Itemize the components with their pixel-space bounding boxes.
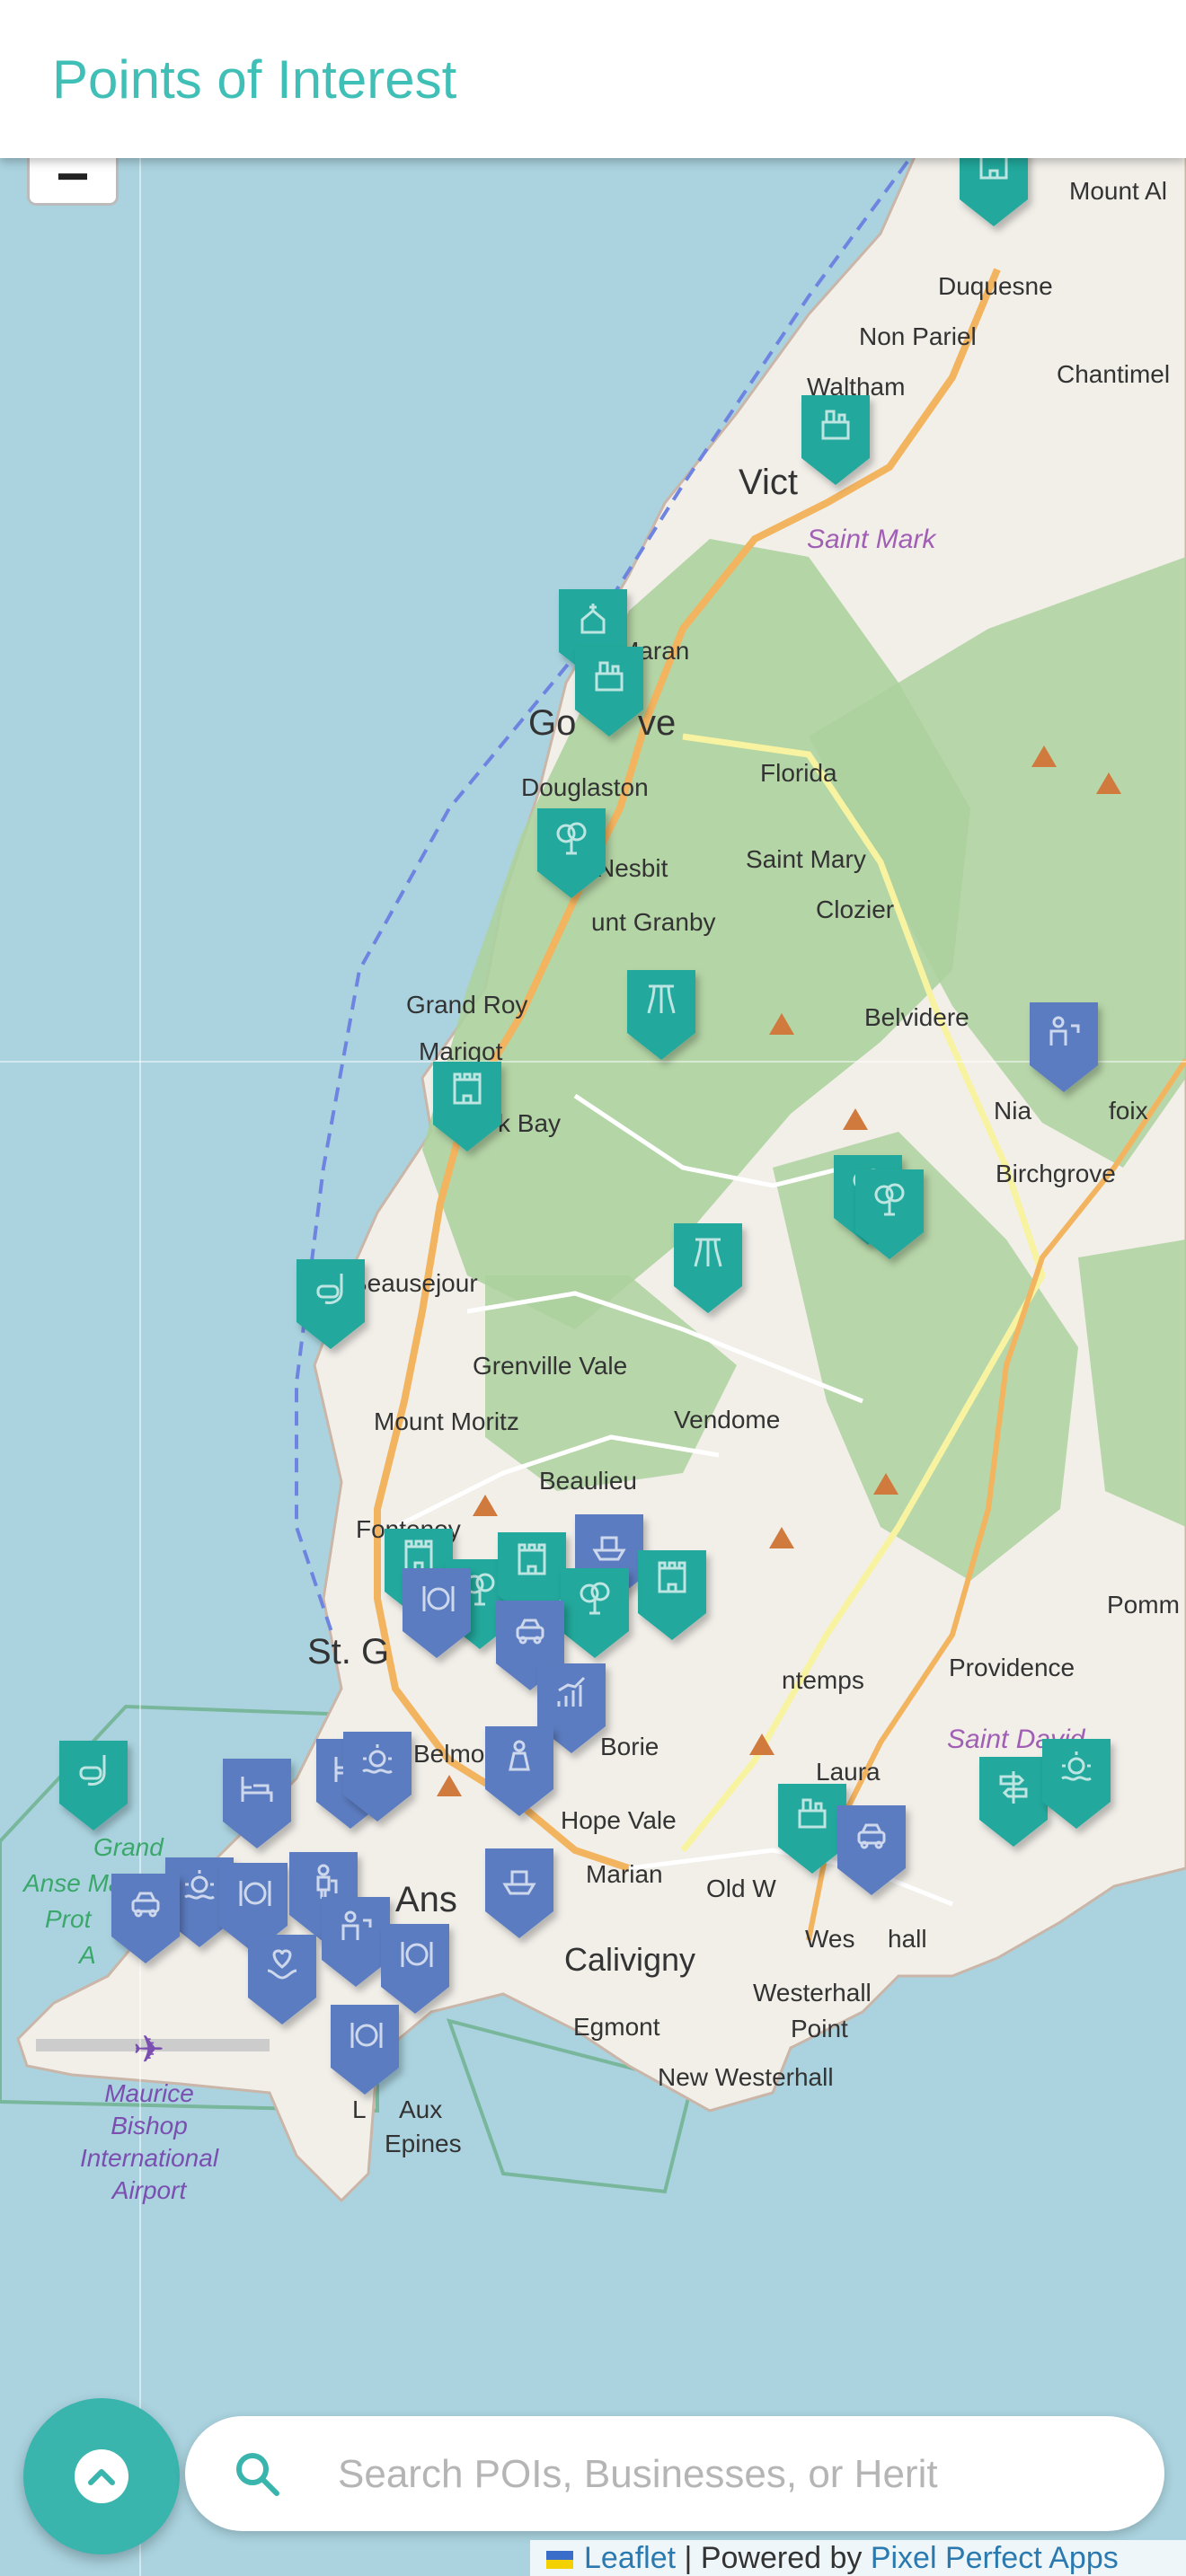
map-label: New Westerhall (658, 2063, 834, 2091)
map-label: Mount Moritz (374, 1407, 519, 1435)
marine-area-label: A (77, 1941, 96, 1969)
parish-label: Saint Mark (807, 525, 937, 554)
map-label: Westerhall (753, 1979, 872, 2007)
map-label: Florida (760, 759, 837, 787)
map-label: Beaulieu (539, 1467, 637, 1495)
map-label: Chantimel (1057, 360, 1170, 388)
provider-link[interactable]: Pixel Perfect Apps (871, 2541, 1119, 2575)
map-label: Aux (399, 2095, 442, 2123)
map-label: Calivigny (564, 1941, 695, 1978)
map[interactable]: Mount Al Duquesne Non Pariel Waltham Cha… (0, 0, 1186, 2576)
search-bar[interactable] (185, 2416, 1164, 2531)
map-label: Point (791, 2015, 848, 2042)
map-label: Egmont (573, 2013, 660, 2041)
map-label: Non Pariel (859, 322, 977, 350)
map-label: unt Granby (591, 908, 716, 936)
map-label: Mount Al (1069, 177, 1167, 205)
marine-area-label: Grand (93, 1833, 164, 1861)
map-label: Pomm (1107, 1591, 1180, 1619)
map-label: Clozier (816, 895, 894, 923)
app-header: Points of Interest (0, 0, 1186, 158)
map-label: Beausejour (350, 1269, 478, 1297)
map-label: Providence (949, 1654, 1075, 1681)
airport-label: Airport (111, 2176, 188, 2204)
map-label: Birchgrove (996, 1160, 1116, 1187)
map-label: Vict (739, 463, 798, 502)
map-label: Grenville Vale (473, 1352, 627, 1380)
map-label: Vendome (674, 1406, 780, 1434)
chevron-up-icon (75, 2449, 128, 2503)
map-label: Belvidere (864, 1003, 969, 1031)
expand-panel-button[interactable] (23, 2398, 180, 2554)
airport-icon: ✈ (133, 2028, 164, 2070)
map-label: Marigot (419, 1037, 503, 1065)
map-label: Nesbit (597, 854, 668, 882)
search-icon (236, 2453, 279, 2496)
map-label: Borie (600, 1733, 659, 1760)
map-label: Laura (816, 1758, 881, 1786)
search-input[interactable] (336, 2436, 1130, 2513)
map-label: Old W (706, 1875, 776, 1902)
map-label: Hope Vale (561, 1806, 677, 1834)
map-label: Douglaston (521, 773, 649, 801)
map-label: Wes (805, 1925, 855, 1953)
marine-area-label: Prot (45, 1905, 93, 1933)
map-label: Epines (385, 2130, 462, 2157)
map-label: Ans (395, 1880, 457, 1919)
leaflet-link[interactable]: Leaflet (584, 2541, 676, 2575)
map-label: Saint Mary (746, 845, 866, 873)
map-label: Marian (586, 1860, 663, 1888)
airport-label: International (80, 2144, 219, 2172)
ukraine-flag-icon (546, 2551, 573, 2570)
airport-label: Bishop (111, 2112, 188, 2139)
map-label: ve (638, 703, 676, 743)
map-label: k Bay (498, 1109, 561, 1137)
map-label: L (352, 2095, 367, 2123)
map-label: Duquesne (938, 272, 1053, 300)
attribution-separator: | Powered by (676, 2541, 871, 2575)
map-label: hall (888, 1925, 927, 1953)
map-attribution: Leaflet | Powered by Pixel Perfect Apps (530, 2540, 1186, 2576)
page-title: Points of Interest (52, 49, 457, 110)
map-label: ntemps (782, 1666, 864, 1694)
map-label: Grand Roy (406, 991, 527, 1019)
airport-label: Maurice (104, 2079, 194, 2107)
map-label: Go (528, 703, 576, 743)
map-label: St. G (307, 1632, 389, 1672)
map-label: Nia (994, 1097, 1031, 1125)
map-label: foix (1109, 1097, 1148, 1125)
